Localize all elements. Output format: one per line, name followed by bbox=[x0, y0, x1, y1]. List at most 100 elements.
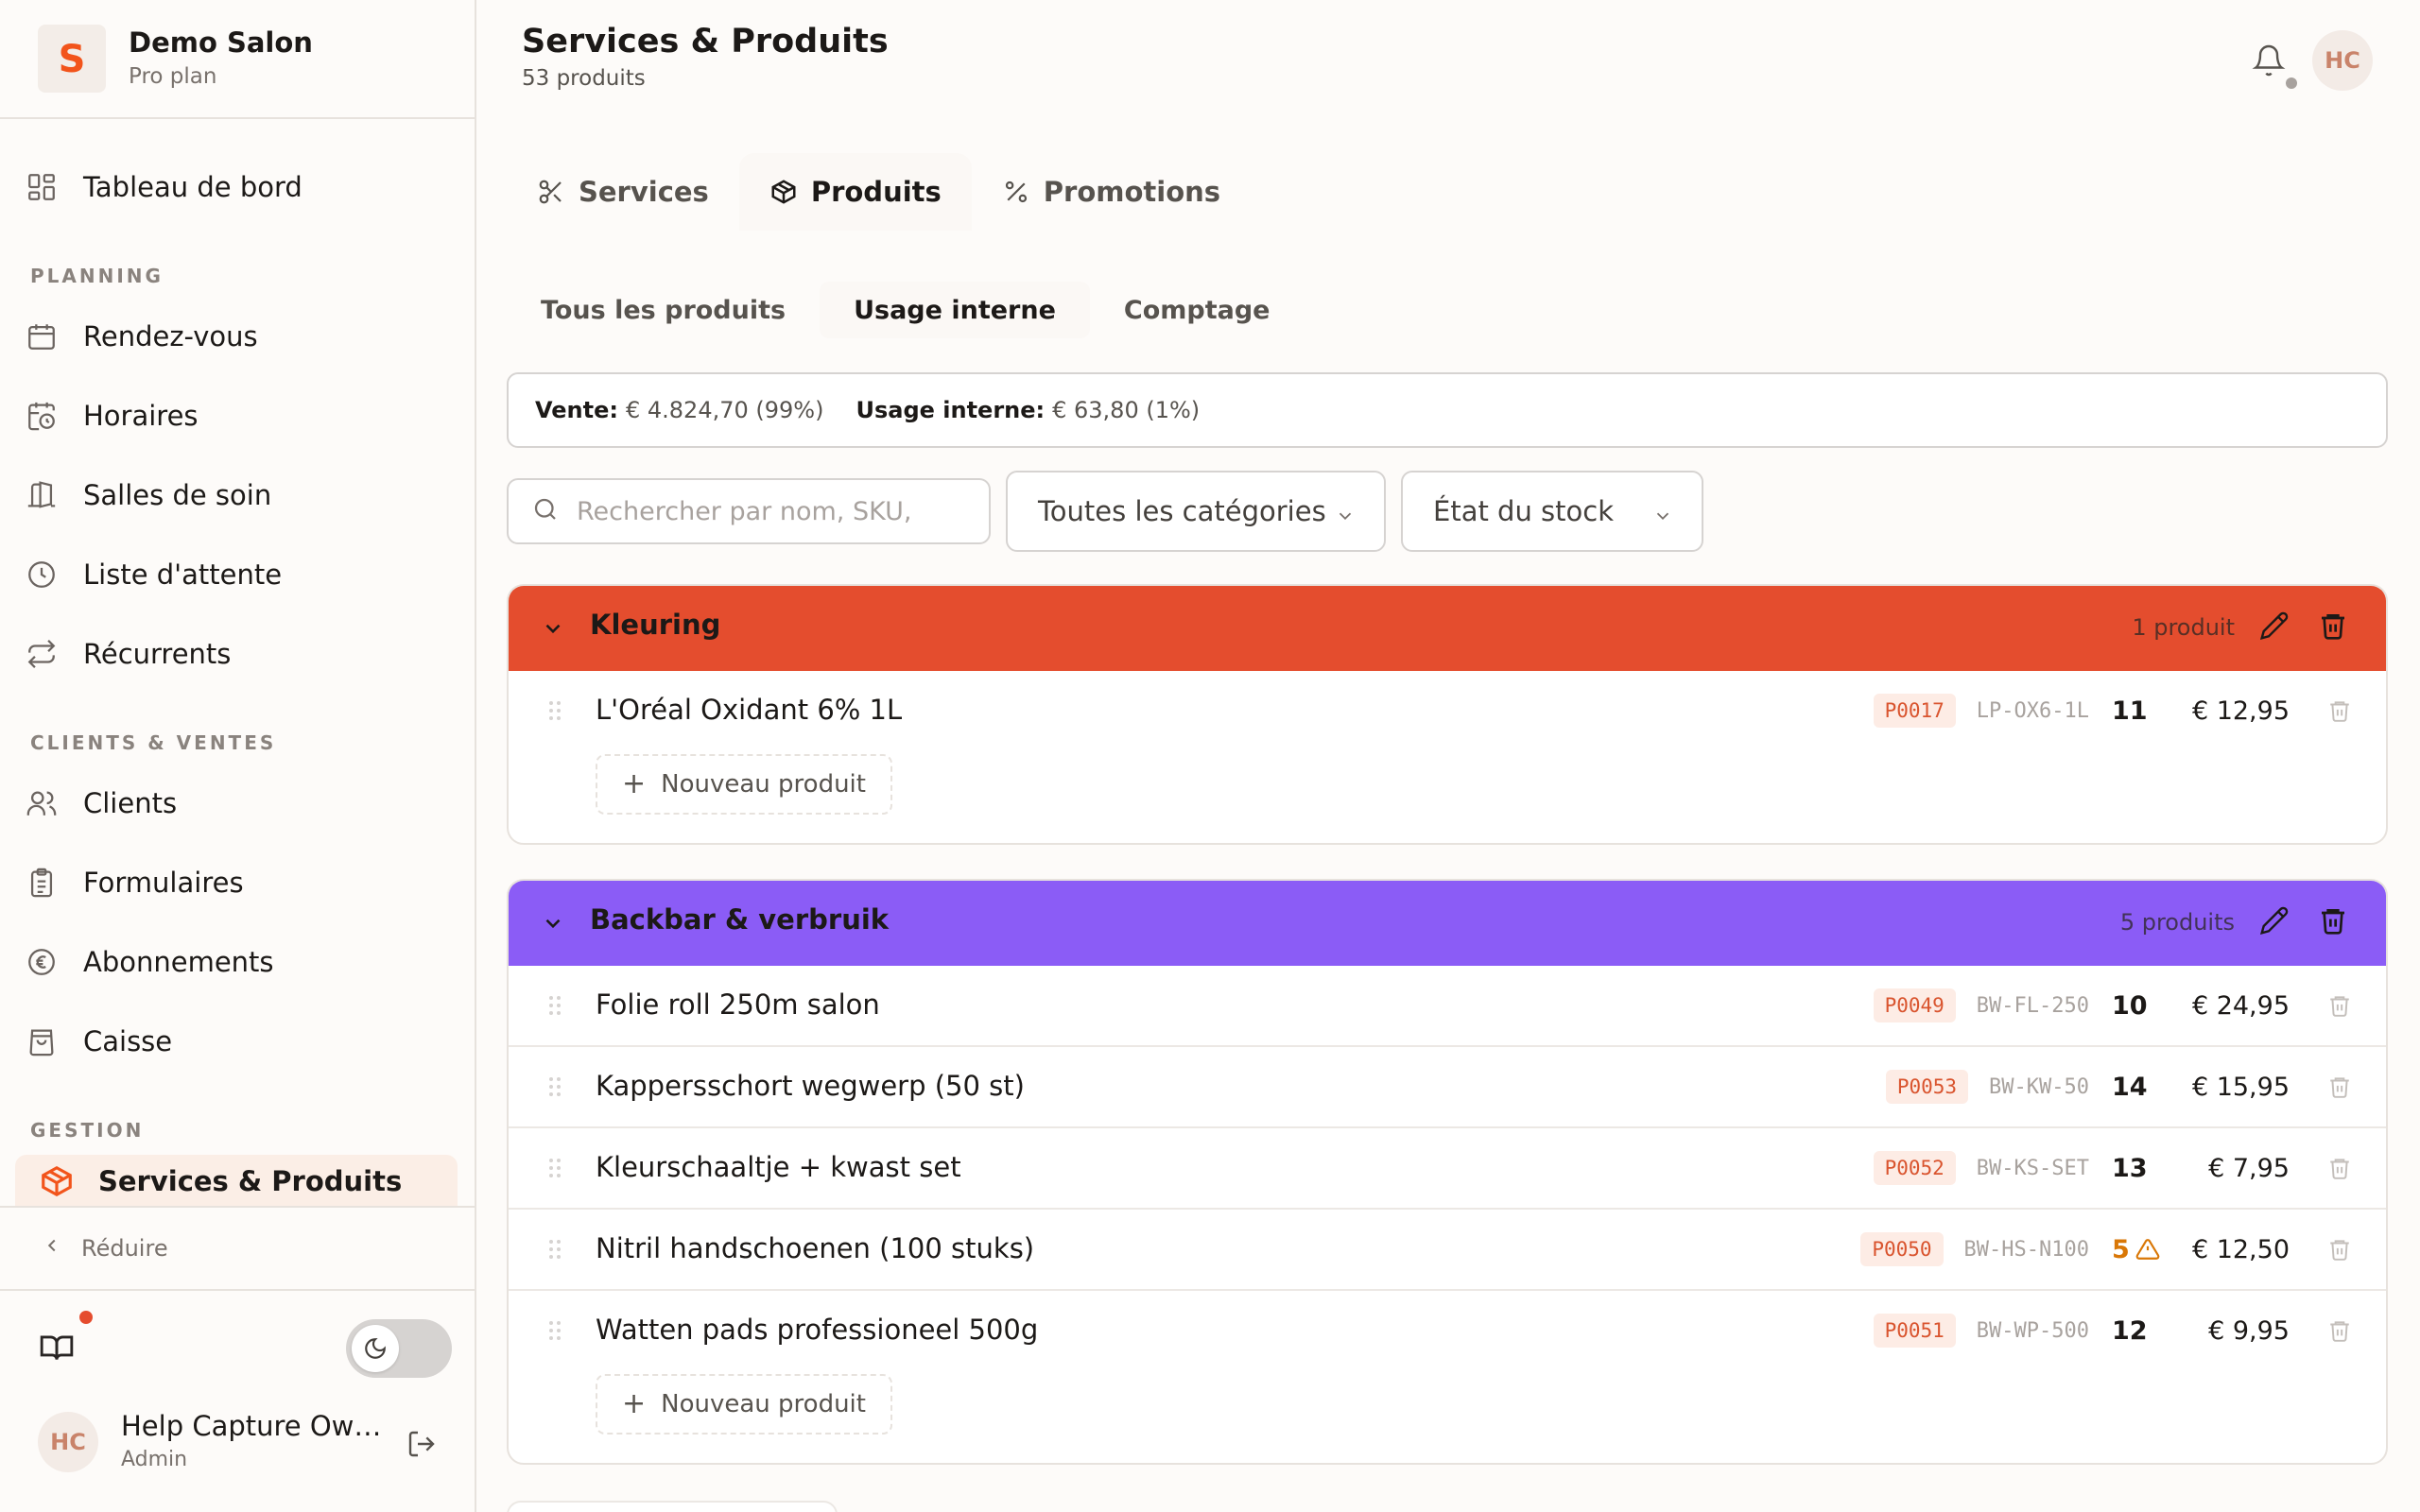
pencil-icon[interactable] bbox=[2259, 905, 2290, 939]
drag-handle-icon[interactable] bbox=[548, 1157, 562, 1183]
sidebar: S Demo Salon Pro plan Tableau de bord PL… bbox=[0, 0, 476, 1512]
tab-products[interactable]: Produits bbox=[738, 153, 972, 231]
nav-item-forms[interactable]: Formulaires bbox=[23, 852, 458, 913]
stock-status-select[interactable]: État du stock bbox=[1401, 471, 1703, 552]
trash-icon[interactable] bbox=[2318, 610, 2348, 644]
sale-label: Vente: bbox=[535, 397, 618, 423]
add-product-row: + Nouveau produit bbox=[509, 752, 2386, 843]
chevron-down-icon bbox=[1335, 501, 1356, 533]
tab-promotions[interactable]: Promotions bbox=[972, 153, 1251, 231]
plus-icon: + bbox=[622, 1387, 647, 1420]
category-select[interactable]: Toutes les catégories bbox=[1006, 471, 1386, 552]
nav-item-waitlist[interactable]: Liste d'attente bbox=[23, 544, 458, 605]
drag-handle-icon[interactable] bbox=[548, 1238, 562, 1264]
add-product-button[interactable]: + Nouveau produit bbox=[596, 1374, 892, 1435]
trash-icon[interactable] bbox=[2327, 1237, 2352, 1262]
user-name: Help Capture Owner bbox=[121, 1410, 386, 1442]
nav-item-subscriptions[interactable]: Abonnements bbox=[23, 932, 458, 992]
search-input[interactable] bbox=[577, 496, 974, 526]
clock-icon bbox=[23, 556, 60, 593]
logout-icon[interactable] bbox=[403, 1425, 441, 1463]
search-box[interactable] bbox=[507, 478, 991, 544]
nav-label: Caisse bbox=[83, 1025, 173, 1057]
scissors-icon bbox=[537, 178, 565, 206]
internal-use-value: € 63,80 (1%) bbox=[1052, 397, 1201, 423]
nav-item-schedules[interactable]: Horaires bbox=[23, 386, 458, 446]
product-stock: 12 bbox=[2112, 1315, 2148, 1346]
product-name: Kleurschaaltje + kwast set bbox=[596, 1151, 961, 1183]
add-product-button[interactable]: + Nouveau produit bbox=[596, 754, 892, 815]
product-code: P0017 bbox=[1873, 694, 1956, 728]
drag-handle-icon[interactable] bbox=[548, 699, 562, 726]
product-name: L'Oréal Oxidant 6% 1L bbox=[596, 694, 903, 726]
category-select-value: Toutes les catégories bbox=[1038, 495, 1326, 527]
trash-icon[interactable] bbox=[2327, 1318, 2352, 1343]
internal-use-label: Usage interne: bbox=[856, 397, 1046, 423]
nav-item-services-products[interactable]: Services & Produits bbox=[15, 1155, 458, 1208]
user-avatar[interactable]: HC bbox=[38, 1412, 98, 1472]
category-name: Backbar & verbruik bbox=[590, 903, 890, 936]
add-product-label: Nouveau produit bbox=[661, 770, 866, 799]
repeat-icon bbox=[23, 635, 60, 673]
tab-label: Promotions bbox=[1043, 176, 1221, 208]
product-price: € 7,95 bbox=[2208, 1153, 2290, 1183]
category-card: Backbar & verbruik 5 produits Folie roll… bbox=[507, 879, 2388, 1465]
product-stock: 14 bbox=[2112, 1072, 2148, 1102]
trash-icon[interactable] bbox=[2318, 905, 2348, 939]
tab-services[interactable]: Services bbox=[507, 153, 739, 231]
user-role: Admin bbox=[121, 1448, 188, 1471]
drag-handle-icon[interactable] bbox=[548, 1075, 562, 1102]
next-category-card bbox=[507, 1501, 838, 1512]
chevron-down-icon[interactable] bbox=[541, 911, 565, 939]
product-code: P0053 bbox=[1885, 1070, 1969, 1104]
product-row[interactable]: L'Oréal Oxidant 6% 1L P0017 LP-OX6-1L 11… bbox=[509, 671, 2386, 752]
tab-label: Produits bbox=[810, 176, 942, 208]
pencil-icon[interactable] bbox=[2259, 610, 2290, 644]
dark-mode-toggle[interactable] bbox=[346, 1319, 452, 1378]
chevron-down-icon[interactable] bbox=[541, 616, 565, 644]
drag-handle-icon[interactable] bbox=[548, 994, 562, 1021]
product-code: P0049 bbox=[1873, 988, 1956, 1022]
nav-item-checkout[interactable]: Caisse bbox=[23, 1011, 458, 1072]
collapse-sidebar-button[interactable]: Réduire bbox=[0, 1206, 475, 1291]
product-row[interactable]: Watten pads professioneel 500g P0051 BW-… bbox=[509, 1291, 2386, 1372]
svg-text:S: S bbox=[59, 38, 86, 79]
book-icon[interactable] bbox=[36, 1327, 78, 1368]
drag-handle-icon[interactable] bbox=[548, 1319, 562, 1346]
category-header[interactable]: Kleuring 1 produit bbox=[509, 586, 2386, 671]
subtab-counting[interactable]: Comptage bbox=[1090, 282, 1305, 338]
brand-header: S Demo Salon Pro plan bbox=[0, 0, 475, 119]
nav-item-dashboard[interactable]: Tableau de bord bbox=[23, 157, 458, 217]
add-product-row: + Nouveau produit bbox=[509, 1372, 2386, 1463]
nav-item-appointments[interactable]: Rendez-vous bbox=[23, 306, 458, 367]
subtab-internal-use[interactable]: Usage interne bbox=[820, 282, 1090, 338]
main-tabs: Services Produits Promotions bbox=[507, 153, 1251, 231]
trash-icon[interactable] bbox=[2327, 1156, 2352, 1180]
collapse-label: Réduire bbox=[81, 1235, 168, 1262]
header-avatar[interactable]: HC bbox=[2312, 30, 2373, 91]
product-subtabs: Tous les produits Usage interne Comptage bbox=[507, 282, 1305, 338]
product-row[interactable]: Folie roll 250m salon P0049 BW-FL-250 10… bbox=[509, 966, 2386, 1047]
subtab-all-products[interactable]: Tous les produits bbox=[507, 282, 820, 338]
trash-icon[interactable] bbox=[2327, 698, 2352, 723]
trash-icon[interactable] bbox=[2327, 1074, 2352, 1099]
product-price: € 12,95 bbox=[2191, 696, 2290, 726]
trash-icon[interactable] bbox=[2327, 993, 2352, 1018]
product-row[interactable]: Kappersschort wegwerp (50 st) P0053 BW-K… bbox=[509, 1047, 2386, 1128]
nav-section-planning: PLANNING bbox=[30, 265, 164, 287]
category-header[interactable]: Backbar & verbruik 5 produits bbox=[509, 881, 2386, 966]
product-price: € 15,95 bbox=[2191, 1072, 2290, 1102]
nav-item-recurring[interactable]: Récurrents bbox=[23, 624, 458, 684]
nav-item-clients[interactable]: Clients bbox=[23, 773, 458, 833]
page-title: Services & Produits bbox=[522, 23, 889, 60]
clipboard-icon bbox=[23, 864, 60, 902]
product-name: Folie roll 250m salon bbox=[596, 988, 880, 1021]
brand-logo[interactable]: S bbox=[38, 25, 106, 93]
bell-icon[interactable] bbox=[2250, 42, 2288, 79]
category-count: 5 produits bbox=[2119, 909, 2235, 936]
product-row[interactable]: Nitril handschoenen (100 stuks) P0050 BW… bbox=[509, 1210, 2386, 1291]
nav-item-treatment-rooms[interactable]: Salles de soin bbox=[23, 465, 458, 525]
product-row[interactable]: Kleurschaaltje + kwast set P0052 BW-KS-S… bbox=[509, 1128, 2386, 1210]
product-stock: 11 bbox=[2112, 696, 2148, 726]
calendar-clock-icon bbox=[23, 397, 60, 435]
